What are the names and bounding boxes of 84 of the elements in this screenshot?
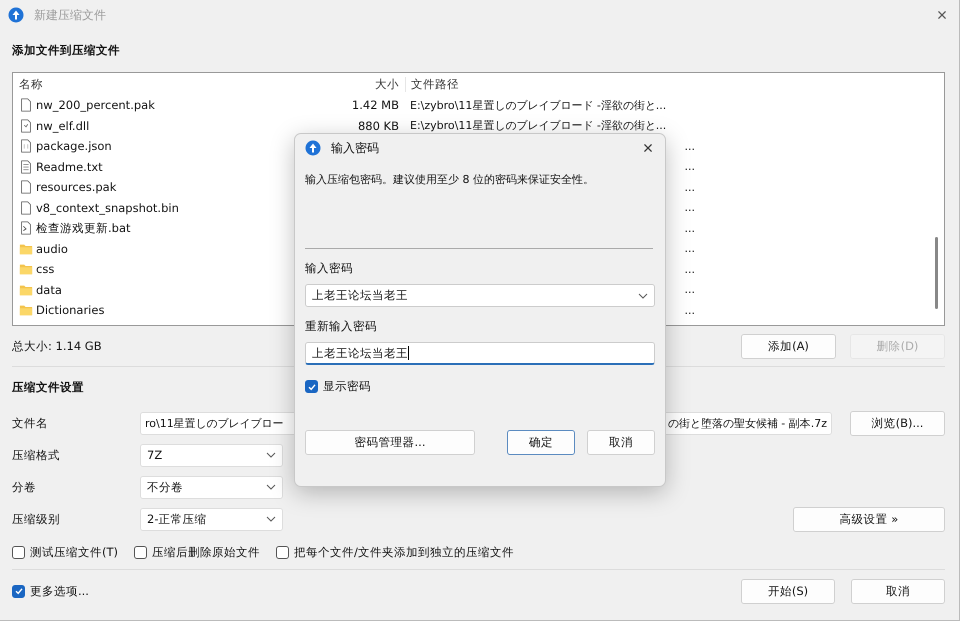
ok-button[interactable]: 确定	[507, 430, 575, 455]
confirm-password-field[interactable]: 上老王论坛当老王	[305, 342, 655, 365]
password-manager-button[interactable]: 密码管理器...	[305, 430, 475, 455]
file-icon	[19, 139, 33, 154]
checkmark-icon	[14, 586, 24, 596]
file-path: ...	[684, 304, 695, 317]
folder-icon	[19, 262, 33, 276]
checkbox[interactable]	[276, 546, 289, 558]
app-icon	[8, 7, 24, 23]
column-header[interactable]: 名称	[13, 76, 299, 92]
dialog-title: 输入密码	[331, 140, 379, 156]
file-path: ...	[684, 222, 695, 235]
checkbox-label[interactable]: 更多选项...	[30, 584, 89, 598]
file-path: E:\zybro\11星置しのブレイブロード -淫欲の街と...	[410, 118, 666, 134]
file-icon	[19, 160, 33, 174]
close-button[interactable]: ×	[925, 1, 959, 29]
field-label: 分卷	[12, 480, 37, 494]
chevron-icon	[266, 452, 276, 458]
file-path: E:\zybro\11星置しのブレイブロード -淫欲の街と...	[410, 98, 666, 113]
field-label: 输入密码	[305, 261, 354, 276]
file-name[interactable]: resources.pak	[36, 180, 116, 194]
file-size: 1.42 MB	[352, 98, 399, 112]
field-label: 重新输入密码	[305, 319, 378, 334]
section-heading: 压缩文件设置	[12, 379, 84, 396]
checkbox[interactable]	[134, 546, 147, 558]
file-name[interactable]: data	[36, 282, 62, 297]
folder-icon	[19, 282, 33, 297]
dropdown[interactable]: 不分卷	[140, 476, 283, 498]
chevron-icon	[638, 292, 648, 298]
close-button[interactable]: ×	[631, 135, 665, 161]
file-icon	[19, 221, 33, 236]
file-icon	[19, 180, 33, 194]
column-header[interactable]: 文件路径	[406, 76, 696, 92]
scrollbar[interactable]	[935, 237, 938, 309]
checkbox-label[interactable]: 压缩后删除原始文件	[152, 544, 260, 560]
file-icon	[19, 98, 33, 112]
file-path: ...	[684, 201, 695, 214]
file-path: ...	[684, 180, 695, 194]
file-path: ...	[684, 242, 695, 256]
password-field[interactable]: 上老王论坛当老王	[305, 284, 655, 307]
total-size: 总大小: 1.14 GB	[12, 338, 102, 354]
file-path: ...	[684, 262, 695, 276]
checkbox[interactable]	[12, 584, 25, 598]
file-name[interactable]: audio	[36, 242, 68, 256]
file-icon	[19, 118, 33, 133]
advanced-settings-button[interactable]: 高级设置 »	[793, 506, 945, 532]
file-size: 880 KB	[358, 118, 399, 133]
browse-button[interactable]: 浏览(B)...	[850, 410, 945, 436]
dropdown[interactable]: 2-正常压缩	[140, 508, 283, 530]
file-name[interactable]: nw_200_percent.pak	[36, 98, 155, 112]
field-label: 文件名	[12, 416, 49, 430]
checkbox-label[interactable]: 显示密码	[323, 379, 371, 394]
description-text: 输入压缩包密码。建议使用至少 8 位的密码来保证安全性。	[305, 172, 595, 188]
section-heading: 添加文件到压缩文件	[12, 42, 120, 59]
start-button[interactable]: 开始(S)	[741, 578, 835, 604]
field-label: 压缩级别	[12, 512, 61, 526]
chevron-icon	[266, 516, 276, 522]
file-name[interactable]: package.json	[36, 139, 112, 154]
checkbox[interactable]	[305, 380, 318, 393]
file-name[interactable]: Readme.txt	[36, 160, 103, 174]
file-name[interactable]: 检查游戏更新.bat	[36, 220, 131, 236]
checkbox[interactable]	[12, 546, 25, 558]
file-name[interactable]: v8_context_snapshot.bin	[36, 200, 179, 215]
checkbox-label[interactable]: 把每个文件/文件夹添加到独立的压缩文件	[294, 544, 514, 560]
checkmark-icon	[306, 382, 316, 392]
file-icon	[19, 200, 33, 215]
file-path: ...	[684, 160, 695, 174]
column-header[interactable]: 大小	[299, 76, 406, 92]
folder-icon	[19, 303, 33, 318]
field-label: 压缩格式	[12, 448, 61, 462]
file-path: ...	[684, 140, 695, 153]
file-name[interactable]: Dictionaries	[36, 303, 104, 318]
cancel-button[interactable]: 取消	[587, 430, 655, 455]
file-name[interactable]: nw_elf.dll	[36, 118, 90, 133]
app-icon	[305, 140, 321, 156]
add-button[interactable]: 添加(A)	[741, 334, 836, 358]
file-path: ...	[684, 283, 695, 296]
window-title: 新建压缩文件	[34, 6, 106, 24]
dropdown[interactable]: 7Z	[140, 444, 283, 466]
file-name[interactable]: css	[36, 262, 54, 276]
folder-icon	[19, 242, 33, 256]
cancel-button[interactable]: 取消	[851, 578, 945, 604]
chevron-icon	[266, 484, 276, 490]
checkbox-label[interactable]: 测试压缩文件(T)	[30, 544, 118, 560]
